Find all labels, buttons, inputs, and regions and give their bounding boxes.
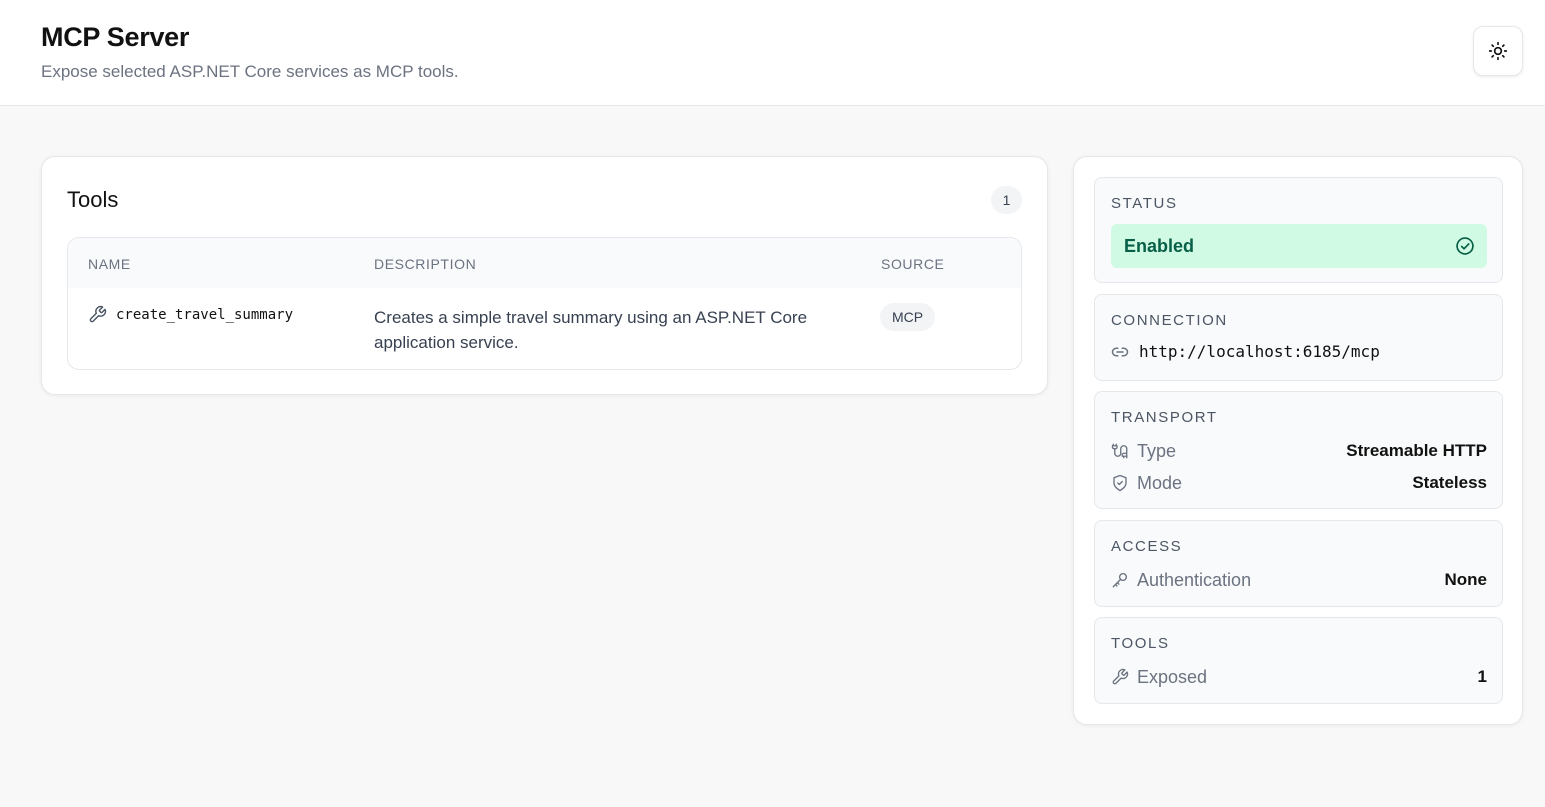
wrench-icon (88, 305, 107, 324)
status-value: Enabled (1124, 236, 1195, 256)
column-header-source: SOURCE (881, 256, 945, 272)
wrench-icon (1111, 668, 1129, 686)
status-label: STATUS (1111, 195, 1178, 212)
transport-type-label: Type (1137, 440, 1177, 461)
transport-type-value: Streamable HTTP (1346, 441, 1487, 460)
tool-name-cell: create_travel_summary (88, 305, 293, 324)
access-section: ACCESS Authentication None (1094, 520, 1503, 607)
transport-mode-row: Mode Stateless (1111, 471, 1487, 495)
transport-mode-value: Stateless (1412, 473, 1487, 492)
key-icon (1111, 571, 1129, 589)
connection-url[interactable]: http://localhost:6185/mcp (1139, 342, 1380, 361)
connection-url-line: http://localhost:6185/mcp (1111, 342, 1380, 361)
tools-table: NAME DESCRIPTION SOURCE create_travel_su… (67, 237, 1022, 370)
page-title: MCP Server (41, 22, 190, 52)
transport-section: TRANSPORT Type Streamable HTTP Mode Stat… (1094, 391, 1503, 509)
tool-source-badge: MCP (880, 303, 936, 331)
transport-label: TRANSPORT (1111, 409, 1218, 426)
sun-icon (1488, 41, 1508, 61)
authentication-row: Authentication None (1111, 568, 1487, 592)
exposed-tools-row: Exposed 1 (1111, 665, 1487, 689)
tool-description: Creates a simple travel summary using an… (374, 308, 808, 352)
status-section: STATUS Enabled (1094, 177, 1503, 283)
check-circle-icon (1455, 236, 1475, 256)
tools-summary-section: TOOLS Exposed 1 (1094, 617, 1503, 704)
tool-name: create_travel_summary (116, 306, 294, 323)
tools-summary-label: TOOLS (1111, 635, 1170, 652)
page-subtitle: Expose selected ASP.NET Core services as… (41, 62, 459, 81)
cable-icon (1111, 442, 1129, 460)
connection-section: CONNECTION http://localhost:6185/mcp (1094, 294, 1503, 381)
tools-card: Tools 1 NAME DESCRIPTION SOURCE create_t… (41, 156, 1048, 395)
transport-type-row: Type Streamable HTTP (1111, 439, 1487, 463)
authentication-value: None (1444, 570, 1488, 589)
tools-count-badge: 1 (991, 186, 1022, 214)
status-badge: Enabled (1111, 224, 1487, 268)
shield-check-icon (1111, 474, 1129, 492)
table-header: NAME DESCRIPTION SOURCE (68, 238, 1021, 288)
server-info-card: STATUS Enabled CONNECTION http://localho (1073, 156, 1523, 725)
page-header: MCP Server Expose selected ASP.NET Core … (0, 0, 1545, 106)
connection-label: CONNECTION (1111, 312, 1228, 329)
column-header-description: DESCRIPTION (374, 256, 477, 272)
exposed-value: 1 (1477, 667, 1487, 686)
theme-toggle-button[interactable] (1473, 26, 1523, 76)
exposed-label: Exposed (1137, 666, 1208, 687)
transport-mode-label: Mode (1137, 472, 1183, 493)
authentication-label: Authentication (1137, 569, 1252, 590)
tools-title: Tools (67, 187, 119, 212)
column-header-name: NAME (88, 256, 131, 272)
table-row[interactable]: create_travel_summary Creates a simple t… (68, 288, 1021, 369)
access-label: ACCESS (1111, 538, 1183, 555)
link-icon (1111, 343, 1129, 361)
